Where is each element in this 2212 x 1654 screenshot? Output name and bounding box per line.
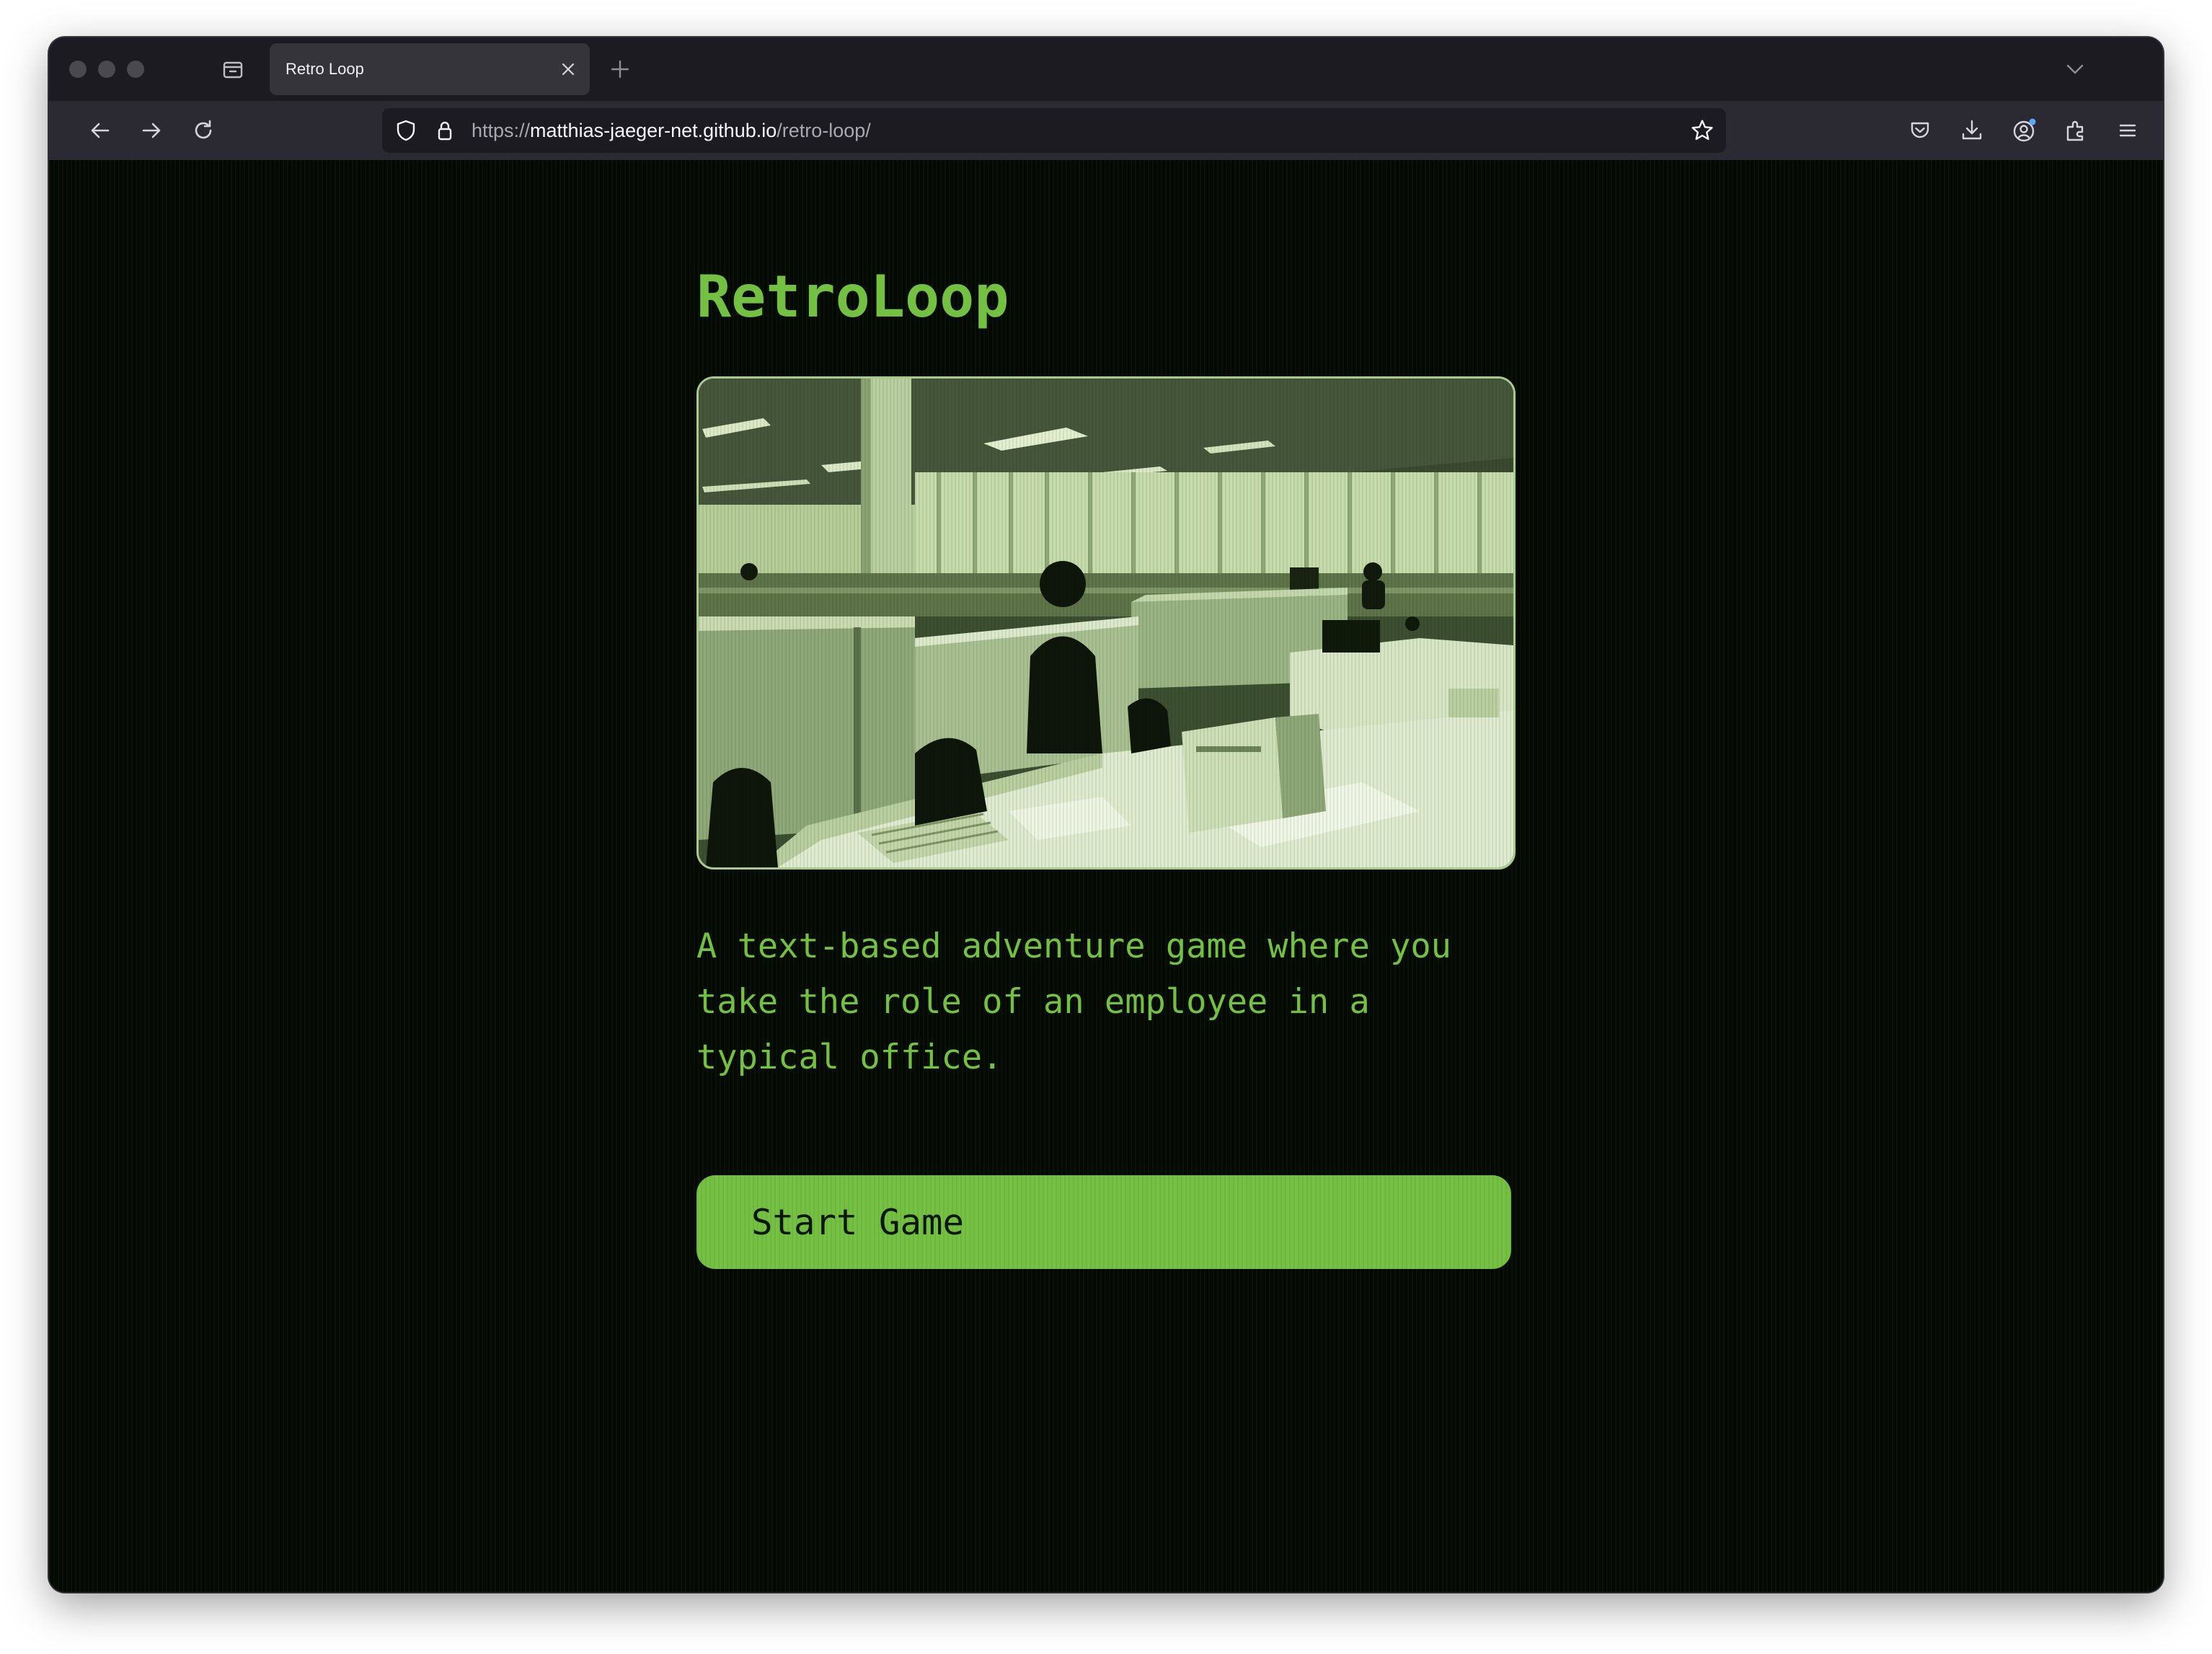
arrow-right-icon	[142, 123, 161, 138]
lock-icon	[438, 121, 452, 141]
url-scheme: https://	[472, 120, 531, 141]
start-game-button[interactable]: Start Game	[696, 1175, 1511, 1269]
navigation-toolbar: https://matthias-jaeger-net.github.io/re…	[49, 101, 2163, 160]
extensions-button[interactable]	[2059, 114, 2092, 147]
download-icon	[1962, 120, 1982, 140]
pocket-icon	[1911, 122, 1929, 138]
downloads-button[interactable]	[1955, 114, 1988, 147]
puzzle-piece-icon	[2066, 120, 2084, 141]
close-window-button[interactable]	[69, 61, 87, 78]
shield-icon	[397, 120, 415, 141]
tab-strip: Retro Loop	[49, 37, 2163, 101]
tab-list-icon	[223, 61, 243, 79]
reload-icon	[195, 120, 212, 139]
zoom-window-button[interactable]	[127, 61, 144, 78]
office-scene-image	[699, 379, 1513, 867]
tab-close-button[interactable]	[555, 56, 581, 82]
tab-retro-loop[interactable]: Retro Loop	[270, 43, 590, 95]
url-text: https://matthias-jaeger-net.github.io/re…	[472, 108, 871, 153]
page-content: RetroLoop A text-based adventure game wh…	[49, 160, 2163, 1592]
list-all-tabs-button[interactable]	[2059, 53, 2091, 85]
browser-window: Retro Loop https://matthias-jaeger-net.g…	[49, 37, 2163, 1592]
account-button[interactable]	[2008, 114, 2041, 147]
pocket-button[interactable]	[1903, 114, 1937, 147]
url-host: matthias-jaeger-net.github.io	[530, 120, 777, 141]
site-info-button[interactable]	[430, 115, 460, 146]
close-icon	[562, 63, 575, 76]
hamburger-menu-icon	[2119, 124, 2136, 137]
tab-title: Retro Loop	[286, 60, 364, 78]
tab-list-button[interactable]	[216, 53, 249, 87]
back-button[interactable]	[84, 114, 117, 147]
minimize-window-button[interactable]	[98, 61, 115, 78]
page-title: RetroLoop	[696, 263, 1009, 330]
plus-icon	[611, 60, 629, 79]
game-description: A text-based adventure game where you ta…	[696, 926, 1451, 1077]
new-tab-button[interactable]	[604, 53, 636, 85]
application-menu-button[interactable]	[2111, 114, 2144, 147]
forward-button[interactable]	[135, 114, 168, 147]
reload-button[interactable]	[187, 114, 220, 147]
tracking-protection-button[interactable]	[391, 115, 421, 146]
arrow-left-icon	[91, 123, 110, 138]
office-illustration	[696, 376, 1516, 870]
star-icon	[1691, 120, 1713, 141]
chevron-down-icon	[2066, 64, 2084, 74]
address-bar[interactable]: https://matthias-jaeger-net.github.io/re…	[382, 108, 1726, 153]
account-icon	[2013, 118, 2036, 142]
bookmark-button[interactable]	[1687, 115, 1717, 146]
url-path: /retro-loop/	[777, 120, 871, 141]
